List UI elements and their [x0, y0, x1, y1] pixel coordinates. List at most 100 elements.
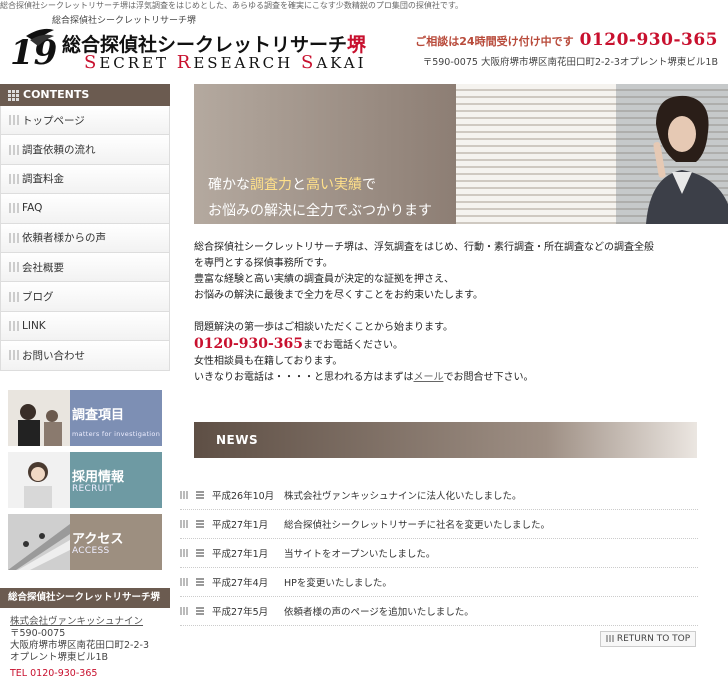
bullet-icon	[605, 635, 614, 642]
intro-phone-line: 0120-930-365までお電話ください。	[194, 336, 704, 354]
intro-mail-line: いきなりお電話は・・・・と思われる方はまずはメールでお問合せ下さい。	[194, 370, 704, 386]
news-date: 平成27年4月	[212, 578, 269, 589]
news-date: 平成27年1月	[212, 520, 269, 531]
news-list: 平成26年10月 株式会社ヴァンキッシュナインに法人化いたしました。 平成27年1…	[180, 481, 698, 626]
company-address2: オプレント堺東ビル1B	[10, 652, 109, 663]
sidebar-item-label: ブログ	[22, 291, 54, 304]
promo-access[interactable]: アクセス ACCESS	[8, 514, 162, 570]
return-to-top-button[interactable]: RETURN TO TOP	[600, 631, 696, 647]
contents-heading-label: CONTENTS	[23, 88, 90, 101]
intro-line: 総合探偵社シークレットリサーチ堺は、浮気調査をはじめ、行動・素行調査・所在調査な…	[194, 242, 654, 253]
bullet-icon	[9, 115, 19, 126]
sidebar-item-label: LINK	[22, 319, 46, 332]
intro-text: でお問合せ下さい。	[443, 372, 534, 383]
news-text: 総合探偵社シークレットリサーチに社名を変更いたしました。	[284, 520, 551, 531]
news-item: 平成27年4月 HPを変更いたしました。	[180, 568, 698, 597]
hero-highlight: 高い実績	[306, 177, 362, 193]
mail-link[interactable]: メール	[414, 372, 444, 383]
bullet-icon	[9, 262, 19, 273]
sidebar-item-faq[interactable]: FAQ	[1, 194, 169, 224]
news-item: 平成27年5月 依頼者様の声のページを追加いたしました。	[180, 597, 698, 626]
sidebar-item-blog[interactable]: ブログ	[1, 282, 169, 312]
bullet-icon	[9, 320, 19, 331]
news-date: 平成26年10月	[212, 491, 275, 502]
sidebar: CONTENTS トップページ 調査依頼の流れ 調査料金 FAQ 依頼者様からの…	[0, 84, 170, 371]
promo-investigation[interactable]: 調査項目 matters for investigation	[8, 390, 162, 446]
intro-phone-suffix: までお電話ください。	[303, 340, 404, 351]
bullet-icon	[196, 549, 204, 557]
company-info: 株式会社ヴァンキッシュナイン 〒590-0075 大阪府堺市堺区南花田口町2-2…	[10, 616, 149, 680]
promo-recruit[interactable]: 採用情報 RECRUIT	[8, 452, 162, 508]
bullet-icon	[9, 173, 19, 184]
bullet-icon	[180, 607, 188, 615]
company-zip: 〒590-0075	[10, 628, 66, 639]
company-link[interactable]: 株式会社ヴァンキッシュナイン	[10, 616, 149, 628]
hero-highlight: 調査力	[250, 177, 292, 193]
sidebar-item-voices[interactable]: 依頼者様からの声	[1, 223, 169, 253]
bullet-icon	[9, 350, 19, 361]
sidebar-item-label: FAQ	[22, 202, 43, 215]
header-phone[interactable]: 0120-930-365	[580, 30, 718, 50]
sidebar-item-label: 調査依頼の流れ	[22, 144, 96, 157]
bullet-icon	[196, 578, 204, 586]
contents-heading: CONTENTS	[0, 84, 170, 106]
news-item: 平成27年1月 総合探偵社シークレットリサーチに社名を変更いたしました。	[180, 510, 698, 539]
company-tel: TEL 0120-930-365	[10, 668, 98, 679]
hero-banner: 確かな調査力と高い実績で お悩みの解決に全力でぶつかります	[194, 84, 728, 224]
company-address1: 大阪府堺市堺区南花田口町2-2-3	[10, 640, 149, 651]
company-heading: 総合探偵社シークレットリサーチ堺	[0, 588, 170, 608]
contact-label: ご相談は24時間受け付け中です	[415, 35, 574, 48]
bullet-icon	[180, 520, 188, 528]
hero-heading-line1: 確かな調査力と高い実績で	[208, 174, 376, 194]
news-text: 株式会社ヴァンキッシュナインに法人化いたしました。	[284, 491, 522, 502]
sidebar-item-label: 依頼者様からの声	[22, 232, 106, 245]
bullet-icon	[196, 607, 204, 615]
site-title-english: SECRET RESEARCH SAKAI	[84, 52, 364, 76]
sidebar-item-link[interactable]: LINK	[1, 311, 169, 342]
bullet-icon	[9, 291, 19, 302]
news-text: 当サイトをオープンいたしました。	[284, 549, 436, 560]
promo-title: 調査項目	[72, 408, 125, 423]
promo-title: アクセス	[72, 532, 124, 547]
sidebar-item-label: お問い合わせ	[22, 349, 85, 362]
investigation-photo	[8, 390, 70, 446]
sidebar-nav: トップページ 調査依頼の流れ 調査料金 FAQ 依頼者様からの声 会社概要 ブロ…	[0, 106, 170, 371]
intro-line: 問題解決の第一歩はご相談いただくことから始まります。	[194, 322, 453, 333]
header-address: 〒590-0075 大阪府堺市堺区南花田口町2-2-3オプレント堺東ビル1B	[422, 57, 718, 68]
news-date: 平成27年1月	[212, 549, 269, 560]
sidebar-item-top[interactable]: トップページ	[1, 106, 169, 136]
bullet-icon	[9, 232, 19, 243]
hero-heading-line2: お悩みの解決に全力でぶつかります	[208, 203, 432, 219]
svg-text:SECRET RESEARCH SAKAI: SECRET RESEARCH SAKAI	[84, 52, 364, 72]
hero-person-image	[616, 84, 728, 224]
grid-icon	[8, 89, 19, 101]
sidebar-item-company[interactable]: 会社概要	[1, 252, 169, 283]
sidebar-item-label: 調査料金	[22, 173, 64, 186]
intro-line: 豊富な経験と高い実績の調査員が決定的な証拠を押さえ、	[194, 274, 454, 285]
news-date: 平成27年5月	[212, 607, 269, 618]
intro-phone[interactable]: 0120-930-365	[194, 336, 303, 352]
header-contact: ご相談は24時間受け付け中です 0120-930-365 〒590-0075 大阪…	[415, 30, 718, 68]
hero-text: で	[362, 177, 376, 193]
hero-text: と	[292, 177, 306, 193]
intro-line: 女性相談員も在籍しております。	[194, 356, 343, 367]
news-item: 平成27年1月 当サイトをオープンいたしました。	[180, 539, 698, 568]
recruit-photo	[8, 452, 70, 508]
intro-text: いきなりお電話は・・・・と思われる方はまずは	[194, 372, 414, 383]
site-description: 総合探偵社シークレットリサーチ堺は浮気調査をはじめとした、あらゆる調査を確実にこ…	[0, 1, 464, 10]
news-item: 平成26年10月 株式会社ヴァンキッシュナインに法人化いたしました。	[180, 481, 698, 510]
promo-subtitle: ACCESS	[72, 546, 110, 556]
sidebar-item-label: 会社概要	[22, 261, 64, 274]
bullet-icon	[180, 578, 188, 586]
news-text: 依頼者様の声のページを追加いたしました。	[284, 607, 474, 618]
promo-subtitle: matters for investigation	[72, 430, 161, 438]
sidebar-item-contact[interactable]: お問い合わせ	[1, 341, 169, 371]
promo-title: 採用情報	[72, 470, 125, 485]
bullet-icon	[196, 520, 204, 528]
sidebar-item-fees[interactable]: 調査料金	[1, 164, 169, 195]
sidebar-item-flow[interactable]: 調査依頼の流れ	[1, 135, 169, 165]
logo-icon[interactable]: 19	[8, 26, 56, 72]
promo-subtitle: RECRUIT	[72, 484, 114, 494]
bullet-icon	[9, 203, 19, 214]
intro-line: を専門とする探偵事務所です。	[194, 258, 333, 269]
